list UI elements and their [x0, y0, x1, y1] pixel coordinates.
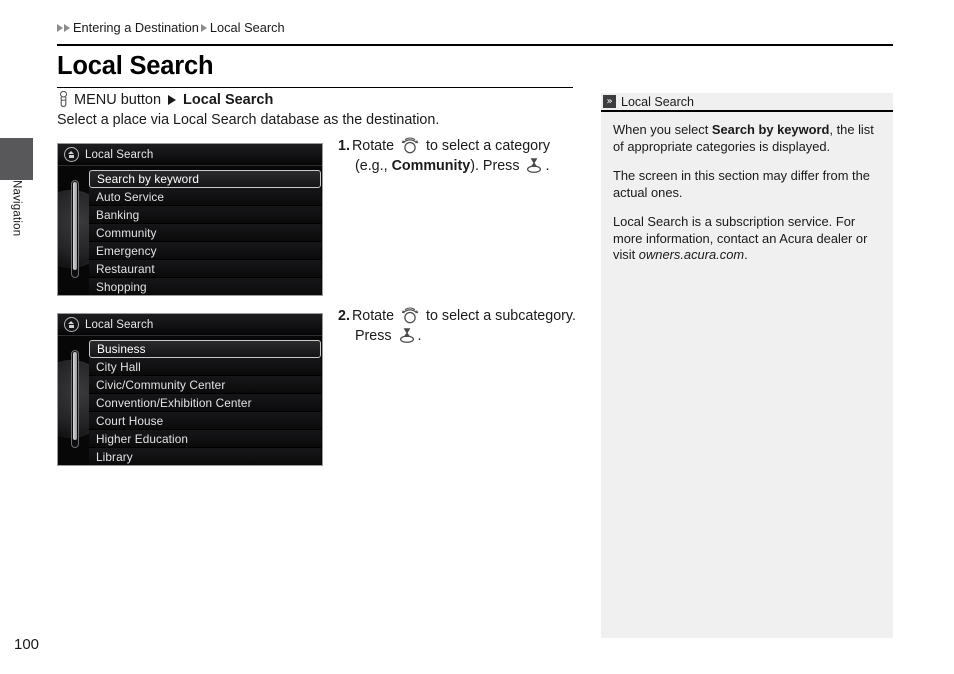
note-para-1-pre: When you select — [613, 122, 712, 137]
page-title: Local Search — [57, 52, 214, 80]
step-1-line-2: (e.g., Community). Press . — [338, 156, 583, 176]
step-2: 2. Rotate to select a subcategory. Press … — [338, 306, 583, 346]
menu-path-target: Local Search — [183, 91, 274, 108]
list-item[interactable]: Emergency — [89, 242, 321, 260]
note-paragraph: When you select Search by keyword, the l… — [613, 122, 879, 155]
list-item[interactable]: Civic/Community Center — [89, 376, 321, 394]
breadcrumb: Entering a Destination Local Search — [57, 20, 285, 35]
scrollbar-thumb[interactable] — [73, 182, 77, 270]
intro-text: Select a place via Local Search database… — [57, 112, 440, 128]
side-note-header: » Local Search — [601, 93, 893, 112]
section-edge-tab — [0, 138, 33, 180]
category-list: Search by keyword Auto Service Banking C… — [89, 170, 321, 295]
step-2-period: . — [417, 328, 422, 344]
step-2-text-post: to select a subcategory. — [426, 308, 576, 324]
step-1-number: 1. — [338, 138, 350, 154]
list-item[interactable]: Shopping — [89, 278, 321, 295]
step-2-line-2: Press . — [338, 326, 583, 346]
menu-button-label: MENU button — [74, 91, 162, 108]
list-item[interactable]: Library — [89, 448, 321, 465]
step-1-text-pre: Rotate — [351, 138, 395, 154]
step-2-line-1: 2. Rotate to select a subcategory. — [338, 306, 583, 326]
section-edge-label-text: Navigation — [10, 180, 23, 237]
screen-body: Business City Hall Civic/Community Cente… — [58, 336, 322, 465]
note-paragraph: Local Search is a subscription service. … — [613, 214, 879, 264]
step-1-example-pre: (e.g., — [355, 158, 388, 174]
step-2-number: 2. — [338, 308, 350, 324]
list-item[interactable]: Community — [89, 224, 321, 242]
note-para-3-post: . — [744, 247, 748, 262]
header-divider — [57, 44, 893, 46]
screen-title: Local Search — [85, 318, 154, 331]
breadcrumb-item-local-search[interactable]: Local Search — [210, 20, 285, 35]
list-item[interactable]: Restaurant — [89, 260, 321, 278]
list-item[interactable]: Convention/Exhibition Center — [89, 394, 321, 412]
scrollbar-thumb[interactable] — [73, 352, 77, 440]
press-knob-icon — [399, 328, 414, 343]
step-1-text-post: to select a category — [426, 138, 551, 154]
list-item[interactable]: Business — [89, 340, 321, 358]
scrollbar[interactable] — [71, 350, 79, 448]
side-note-title: Local Search — [621, 94, 694, 109]
note-para-1-bold: Search by keyword — [711, 122, 830, 137]
page-number: 100 — [14, 636, 40, 653]
side-note-body: When you select Search by keyword, the l… — [601, 112, 893, 264]
list-item[interactable]: Court House — [89, 412, 321, 430]
list-item[interactable]: Higher Education — [89, 430, 321, 448]
note-para-2-text: The screen in this section may differ fr… — [613, 168, 870, 200]
screen-header: Local Search — [58, 314, 322, 336]
triangle-right-icon — [200, 23, 207, 32]
step-1-line-1: 1. Rotate to select a category — [338, 136, 583, 156]
step-1-period: . — [545, 158, 550, 174]
screen-header: Local Search — [58, 144, 322, 166]
list-item[interactable]: Banking — [89, 206, 321, 224]
press-knob-icon — [527, 158, 542, 173]
list-item[interactable]: Search by keyword — [89, 170, 321, 188]
home-icon[interactable] — [64, 147, 79, 162]
triangle-right-icon — [57, 23, 63, 32]
breadcrumb-item-entering-a-destination[interactable]: Entering a Destination — [73, 20, 199, 35]
step-1: 1. Rotate to select a category (e.g., Com… — [338, 136, 583, 176]
list-item[interactable]: City Hall — [89, 358, 321, 376]
menu-path: MENU button Local Search — [57, 91, 273, 108]
side-note-panel: » Local Search When you select Search by… — [601, 93, 893, 638]
screen-body: Search by keyword Auto Service Banking C… — [58, 166, 322, 295]
scrollbar[interactable] — [71, 180, 79, 278]
double-chevron-right-icon: » — [603, 95, 616, 108]
rotate-knob-icon — [401, 137, 419, 154]
home-icon[interactable] — [64, 317, 79, 332]
nav-screen-categories: Local Search Search by keyword Auto Serv… — [57, 143, 323, 296]
subcategory-list: Business City Hall Civic/Community Cente… — [89, 340, 321, 465]
screen-title: Local Search — [85, 148, 154, 161]
step-2-press-label: Press — [355, 328, 392, 344]
nav-screen-subcategories: Local Search Business City Hall Civic/Co… — [57, 313, 323, 466]
page-title-divider — [57, 87, 573, 88]
step-1-example-value: Community — [391, 158, 471, 174]
step-2-text-pre: Rotate — [351, 308, 395, 324]
section-edge-label: Navigation — [0, 180, 33, 300]
note-paragraph: The screen in this section may differ fr… — [613, 168, 879, 201]
finger-press-icon — [59, 91, 68, 107]
triangle-right-icon — [168, 94, 177, 105]
triangle-right-icon — [64, 23, 70, 32]
note-para-3-url[interactable]: owners.acura.com — [639, 247, 744, 262]
rotate-knob-icon — [401, 307, 419, 324]
step-1-example-mid: ). Press — [470, 158, 520, 174]
list-item[interactable]: Auto Service — [89, 188, 321, 206]
